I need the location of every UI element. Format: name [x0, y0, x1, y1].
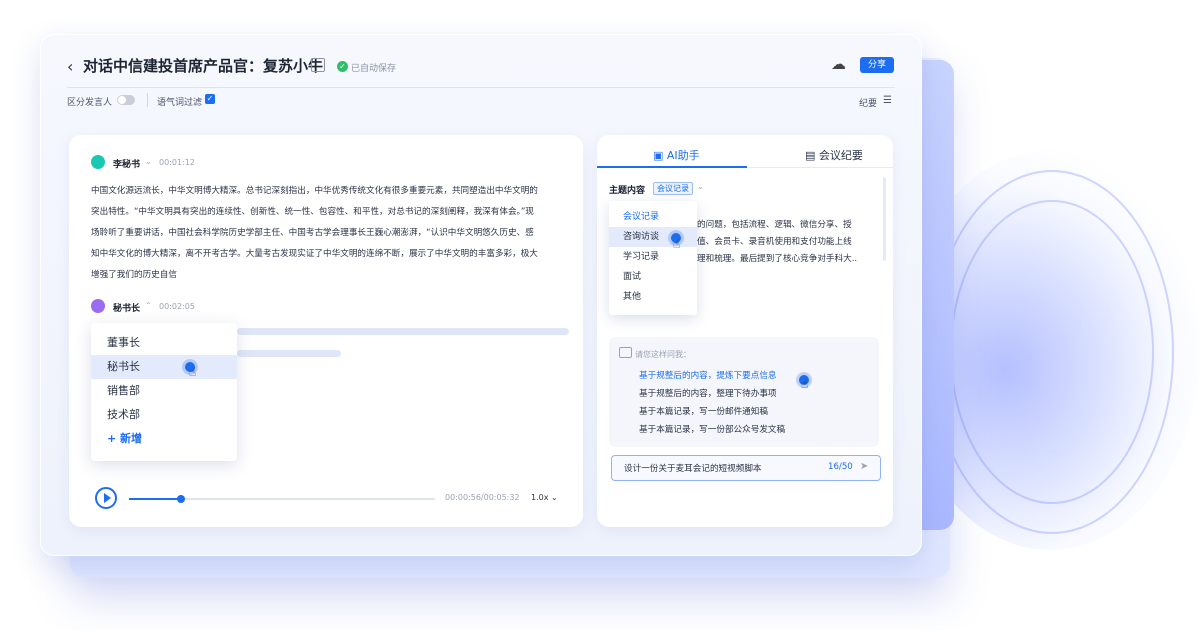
filler-filter-label: 语气词过滤 — [157, 98, 203, 108]
summary-label[interactable]: 纪要 — [859, 96, 877, 109]
suggestion-item[interactable]: 基于规整后的内容，提炼下要点信息 — [639, 369, 777, 381]
speed-value: 1.0x — [531, 493, 549, 502]
robot-icon: ▣ — [653, 149, 664, 162]
transcript-line: 增强了我们的历史自信 — [91, 270, 177, 280]
play-button[interactable] — [95, 487, 117, 509]
topic-option[interactable]: 其他 — [609, 287, 697, 307]
progress-track[interactable] — [129, 495, 435, 503]
tab-ai-label: AI助手 — [666, 149, 700, 162]
hand-cursor-icon: ☝ — [673, 237, 681, 251]
chevron-down-icon[interactable]: ⌄ — [145, 157, 152, 166]
speaker-option[interactable]: 技术部 — [91, 403, 237, 427]
topic-option[interactable]: 会议记录 — [609, 207, 697, 227]
back-chevron-icon[interactable]: ‹ — [67, 57, 73, 76]
tab-meeting-minutes[interactable]: ▤ 会议纪要 — [805, 147, 863, 163]
chevron-up-icon[interactable]: ⌃ — [145, 301, 152, 310]
transcript-text: 中国文化源远流长，中华文明博大精深。总书记深刻指出，中华优秀传统文化有很多重要元… — [91, 181, 569, 286]
active-tab-indicator — [597, 166, 747, 168]
page-title: 对话中信建投首席产品官：复苏小牛 — [83, 57, 324, 75]
speed-selector[interactable]: 1.0x ⌄ — [531, 493, 558, 502]
speaker-option[interactable]: 销售部 — [91, 379, 237, 403]
filler-filter-checkbox[interactable]: ✓ — [205, 94, 215, 104]
speaker-name[interactable]: 秘书长 — [113, 301, 140, 314]
suggestion-item[interactable]: 基于本篇记录，写一份部公众号发文稿 — [639, 423, 785, 435]
decorative-ring — [950, 200, 1154, 504]
back-card-edge — [920, 60, 954, 530]
progress-knob[interactable] — [177, 495, 186, 503]
text-placeholder — [237, 328, 569, 335]
chat-input-text: 设计一份关于麦耳会记的短视频脚本 — [624, 464, 762, 474]
transcript-line: 知中华文化的博大精深，离不开考古学。大量考古发现实证了中华文明的连绵不断，展示了… — [91, 249, 538, 259]
suggestion-item[interactable]: 基于规整后的内容，整理下待办事项 — [639, 387, 777, 399]
transcript-line: 场聆听了重要讲话，中国社会科学院历史学部主任、中国考古学会理事长王巍心潮澎湃，“… — [91, 228, 534, 238]
suggestion-item[interactable]: 基于本篇记录，写一份邮件通知稿 — [639, 405, 768, 417]
suggestion-title: 请您这样问我： — [635, 350, 691, 359]
send-icon[interactable]: ➤ — [860, 461, 868, 472]
tab-minutes-label: 会议纪要 — [818, 149, 863, 162]
app-window: ‹ 对话中信建投首席产品官：复苏小牛 ✓ 已自动保存 ☁ 分享 区分发言人 语气… — [40, 34, 922, 556]
add-speaker-button[interactable]: + 新增 — [91, 427, 237, 451]
hand-cursor-icon: ☝ — [801, 377, 809, 391]
cloud-download-icon[interactable]: ☁ — [831, 55, 849, 73]
chat-input[interactable]: 设计一份关于麦耳会记的短视频脚本 16/50 ➤ — [611, 455, 881, 481]
speaker-option[interactable]: 董事长 — [91, 331, 237, 355]
autosave-status: 已自动保存 — [351, 64, 397, 74]
check-circle-icon: ✓ — [337, 61, 348, 72]
avatar — [91, 299, 105, 313]
toolbar-divider — [147, 93, 148, 107]
topic-label: 主题内容 — [609, 186, 646, 196]
speaker-name[interactable]: 李秘书 — [113, 157, 140, 170]
topic-option[interactable]: 学习记录 — [609, 247, 697, 267]
suggestion-box: 请您这样问我： 基于规整后的内容，提炼下要点信息 基于规整后的内容，整理下待办事… — [609, 337, 879, 447]
speaker-timestamp: 00:01:12 — [159, 158, 195, 167]
speaker-toggle[interactable] — [117, 95, 135, 105]
topic-option[interactable]: 咨询访谈 — [609, 227, 697, 247]
speaker-toggle-label: 区分发言人 — [67, 98, 113, 108]
speaker-dropdown: 董事长 秘书长 销售部 技术部 + 新增 ☝ — [91, 323, 237, 461]
topic-dropdown: 会议记录 咨询访谈 学习记录 面试 其他 ☝ — [609, 201, 697, 315]
hand-cursor-icon: ☝ — [189, 365, 197, 379]
ai-panel: ▣ AI助手 ▤ 会议纪要 主题内容 会议记录 ⌄ 的问题，包括流程、逻辑、微信… — [597, 135, 893, 527]
topic-tag[interactable]: 会议记录 — [653, 182, 693, 195]
transcript-panel: 李秘书 ⌄ 00:01:12 中国文化源远流长，中华文明博大精深。总书记深刻指出… — [69, 135, 583, 527]
scrollbar[interactable] — [883, 177, 886, 261]
edit-icon[interactable] — [311, 58, 325, 72]
robot-icon — [619, 347, 632, 358]
top-bar: ‹ 对话中信建投首席产品官：复苏小牛 ✓ 已自动保存 ☁ 分享 — [41, 35, 921, 87]
document-icon: ▤ — [805, 149, 816, 162]
transcript-line: 中国文化源远流长，中华文明博大精深。总书记深刻指出，中华优秀传统文化有很多重要元… — [91, 186, 538, 196]
progress-fill — [129, 498, 182, 500]
speaker-timestamp: 00:02:05 — [159, 302, 195, 311]
header-divider — [67, 87, 895, 88]
text-placeholder — [237, 350, 341, 357]
avatar — [91, 155, 105, 169]
tab-ai-assistant[interactable]: ▣ AI助手 — [653, 147, 700, 163]
topic-option[interactable]: 面试 — [609, 267, 697, 287]
transcript-line: 突出特性。“中华文明具有突出的连续性、创新性、统一性、包容性、和平性，对总书记的… — [91, 207, 534, 217]
share-button[interactable]: 分享 — [860, 57, 894, 73]
speaker-option[interactable]: 秘书长 — [91, 355, 237, 379]
list-icon[interactable]: ☰ — [883, 95, 892, 106]
char-counter: 16/50 — [828, 462, 853, 472]
chevron-down-icon[interactable]: ⌄ — [697, 182, 704, 191]
playback-time: 00:00:56/00:05:32 — [445, 493, 520, 502]
